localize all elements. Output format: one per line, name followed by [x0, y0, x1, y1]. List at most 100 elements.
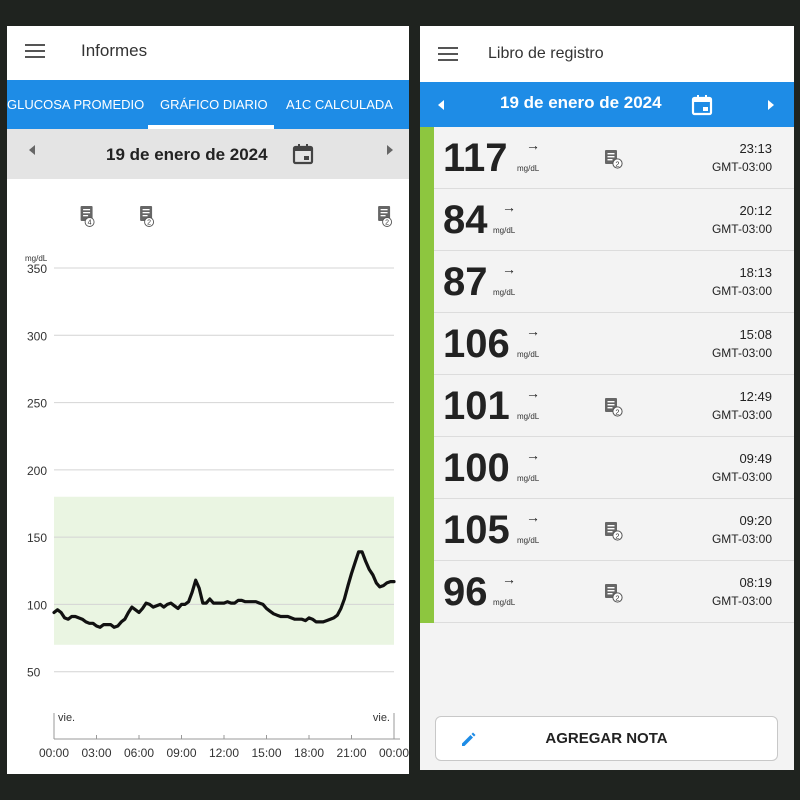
daily-glucose-chart: 50 100 150 200 250 300 350 mg/dL 4 2 2 00:00 03:00 06… [7, 179, 409, 774]
y-tick-label: 350 [27, 262, 47, 276]
chevron-right-icon[interactable] [387, 145, 393, 155]
x-tick-label: 21:00 [336, 746, 366, 760]
day-label: vie. [373, 712, 390, 724]
app-bar: Informes [7, 26, 409, 80]
unit-label: mg/dL [517, 474, 540, 483]
in-range-indicator [420, 375, 434, 437]
note-count: 4 [88, 220, 92, 227]
arrow-right-icon: → [526, 323, 540, 339]
arrow-right-icon: → [502, 199, 516, 215]
reading-timezone: GMT-03:00 [711, 284, 772, 298]
reading-timezone: GMT-03:00 [711, 532, 772, 546]
note-count: 2 [147, 220, 151, 227]
in-range-indicator [420, 251, 434, 313]
reading-time: 08:19 [739, 575, 772, 590]
day-label: vie. [58, 712, 75, 724]
log-row[interactable]: 87 → mg/dL 18:13 GMT-03:00 [420, 251, 794, 313]
x-tick-label: 09:00 [166, 746, 196, 760]
date-selector: 19 de enero de 2024 [7, 129, 409, 179]
reading-timezone: GMT-03:00 [711, 160, 772, 174]
add-note-button[interactable]: AGREGAR NOTA [435, 716, 778, 761]
logbook-panel: Libro de registro 19 de enero de 2024 11… [420, 26, 794, 770]
x-tick-label: 03:00 [81, 746, 111, 760]
in-range-indicator [420, 499, 434, 561]
menu-icon[interactable] [438, 46, 460, 62]
in-range-indicator [420, 437, 434, 499]
log-row[interactable]: 106 → mg/dL 15:08 GMT-03:00 [420, 313, 794, 375]
note-icon[interactable]: 2 [604, 149, 624, 174]
target-range-band [54, 496, 394, 645]
reading-time: 09:49 [739, 451, 772, 466]
in-range-indicator [420, 189, 434, 251]
log-row[interactable]: 96 → mg/dL 2 08:19 GMT-03:00 [420, 561, 794, 623]
note-icon[interactable]: 2 [604, 521, 624, 546]
reading-time: 23:13 [739, 141, 772, 156]
chevron-left-icon[interactable] [438, 100, 444, 110]
reading-list: 117 → mg/dL 2 23:13 GMT-03:00 84 → mg/dL 20:12 GMT… [420, 127, 794, 623]
reading-time: 20:12 [739, 203, 772, 218]
unit-label: mg/dL [517, 164, 540, 173]
add-note-label: AGREGAR NOTA [545, 730, 668, 747]
unit-label: mg/dL [493, 226, 516, 235]
y-tick-label: 250 [27, 397, 47, 411]
tab-a1c-calculada[interactable]: A1C CALCULADA [286, 80, 393, 129]
reading-timezone: GMT-03:00 [711, 470, 772, 484]
glucose-value: 117 [443, 136, 508, 180]
x-tick-label: 12:00 [209, 746, 239, 760]
x-tick-label: 00:00 [39, 746, 69, 760]
report-tabs: GLUCOSA PROMEDIO GRÁFICO DIARIO A1C CALC… [7, 80, 409, 129]
tab-glucosa-promedio[interactable]: GLUCOSA PROMEDIO [7, 80, 144, 129]
note-count: 2 [385, 220, 389, 227]
log-row[interactable]: 84 → mg/dL 20:12 GMT-03:00 [420, 189, 794, 251]
unit-label: mg/dL [493, 598, 516, 607]
note-count: 2 [615, 159, 619, 168]
log-row[interactable]: 105 → mg/dL 2 09:20 GMT-03:00 [420, 499, 794, 561]
unit-label: mg/dL [517, 412, 540, 421]
reading-time: 15:08 [739, 327, 772, 342]
reading-timezone: GMT-03:00 [711, 594, 772, 608]
glucose-value: 96 [443, 570, 488, 614]
reading-timezone: GMT-03:00 [711, 408, 772, 422]
note-icon[interactable]: 2 [604, 583, 624, 608]
selected-date: 19 de enero de 2024 [500, 93, 662, 112]
y-tick-label: 200 [27, 464, 47, 478]
calendar-icon[interactable] [292, 143, 314, 165]
page-title: Informes [81, 41, 148, 60]
page-title: Libro de registro [488, 45, 604, 62]
x-tick-label: 06:00 [124, 746, 154, 760]
x-tick-label: 00:00 [379, 746, 409, 760]
chevron-right-icon[interactable] [768, 100, 774, 110]
log-row[interactable]: 117 → mg/dL 2 23:13 GMT-03:00 [420, 127, 794, 189]
glucose-value: 105 [443, 508, 510, 552]
app-bar: Libro de registro [420, 26, 794, 82]
note-icon[interactable]: 2 [604, 397, 624, 422]
y-tick-label: 300 [27, 329, 47, 343]
calendar-icon[interactable] [691, 94, 713, 116]
y-tick-label: 100 [27, 598, 47, 612]
reading-time: 18:13 [739, 265, 772, 280]
arrow-right-icon: → [526, 509, 540, 525]
date-selector: 19 de enero de 2024 [420, 82, 794, 127]
unit-label: mg/dL [493, 288, 516, 297]
y-tick-label: 150 [27, 531, 47, 545]
menu-icon[interactable] [25, 43, 47, 59]
y-tick-label: 50 [27, 666, 41, 680]
tab-grafico-diario[interactable]: GRÁFICO DIARIO [160, 80, 268, 129]
arrow-right-icon: → [502, 571, 516, 587]
chevron-left-icon[interactable] [29, 145, 35, 155]
glucose-line-chart: 50 100 150 200 250 300 350mg/dL 4 2 2 00:00 03:00 06… [25, 206, 409, 760]
glucose-value: 87 [443, 260, 488, 304]
y-axis-label: mg/dL [25, 254, 48, 263]
note-count: 2 [615, 593, 619, 602]
glucose-value: 106 [443, 322, 510, 366]
reading-timezone: GMT-03:00 [711, 222, 772, 236]
x-tick-label: 15:00 [251, 746, 281, 760]
glucose-value: 101 [443, 384, 510, 428]
reading-time: 12:49 [739, 389, 772, 404]
log-row[interactable]: 100 → mg/dL 09:49 GMT-03:00 [420, 437, 794, 499]
in-range-indicator [420, 313, 434, 375]
in-range-indicator [420, 127, 434, 189]
log-row[interactable]: 101 → mg/dL 2 12:49 GMT-03:00 [420, 375, 794, 437]
reports-panel: Informes GLUCOSA PROMEDIO GRÁFICO DIARIO… [7, 26, 409, 774]
glucose-value: 84 [443, 198, 488, 242]
